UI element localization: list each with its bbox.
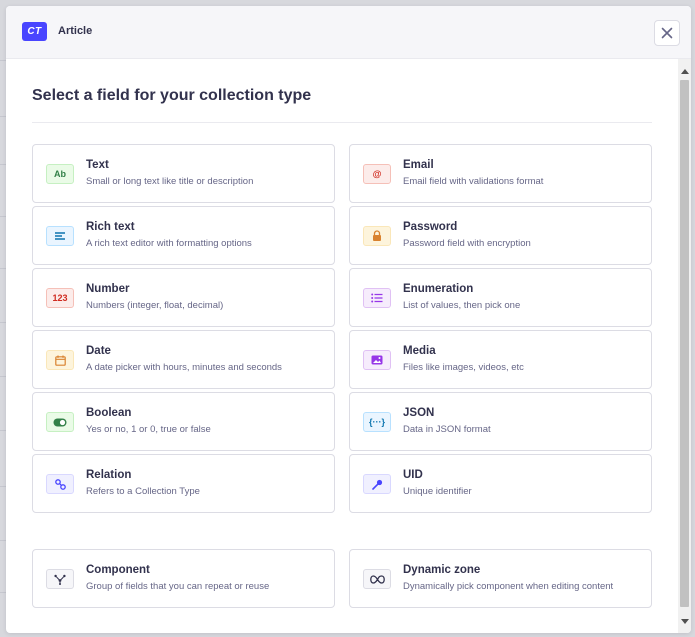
field-card-enumeration[interactable]: Enumeration List of values, then pick one <box>349 268 652 327</box>
link-icon <box>46 474 74 494</box>
field-card-description: Data in JSON format <box>403 424 491 435</box>
close-button[interactable] <box>654 20 680 46</box>
field-card-password[interactable]: Password Password field with encryption <box>349 206 652 265</box>
field-card-description: Group of fields that you can repeat or r… <box>86 581 270 592</box>
field-card-description: Files like images, videos, etc <box>403 362 524 373</box>
field-card-description: Password field with encryption <box>403 238 531 249</box>
calendar-icon <box>46 350 74 370</box>
field-card-title: Text <box>86 159 109 171</box>
at-icon: @ <box>363 164 391 184</box>
number-icon: 123 <box>46 288 74 308</box>
field-card-text[interactable]: Ab Text Small or long text like title or d… <box>32 144 335 203</box>
field-card-description: Email field with validations format <box>403 176 544 187</box>
add-field-modal: CT Article Select a field for your colle… <box>6 6 691 633</box>
field-card-rich-text[interactable]: Rich text A rich text editor with formatt… <box>32 206 335 265</box>
field-card-date[interactable]: Date A date picker with hours, minutes an… <box>32 330 335 389</box>
field-card-dynamic-zone[interactable]: Dynamic zone Dynamically pick component w… <box>349 549 652 608</box>
field-card-title: Email <box>403 159 434 171</box>
key-icon <box>363 474 391 494</box>
field-card-email[interactable]: @ Email Email field with validations forma… <box>349 144 652 203</box>
field-card-description: Numbers (integer, float, decimal) <box>86 300 224 311</box>
collection-type-badge: CT <box>22 22 47 41</box>
field-card-title: UID <box>403 469 423 481</box>
scroll-up-arrow-icon[interactable] <box>681 69 689 74</box>
field-card-title: Number <box>86 283 130 295</box>
modal-title: Article <box>58 25 93 37</box>
field-card-description: Small or long text like title or descrip… <box>86 176 254 187</box>
component-icon <box>46 569 74 589</box>
modal-header: CT Article <box>6 6 691 59</box>
field-card-title: Relation <box>86 469 132 481</box>
field-card-description: List of values, then pick one <box>403 300 521 311</box>
infinity-icon <box>363 569 391 589</box>
section-divider <box>32 122 652 123</box>
field-card-title: Date <box>86 345 111 357</box>
section-title: Select a field for your collection type <box>32 87 312 104</box>
list-icon <box>363 288 391 308</box>
field-card-relation[interactable]: Relation Refers to a Collection Type <box>32 454 335 513</box>
field-card-title: Password <box>403 221 458 233</box>
field-card-title: Dynamic zone <box>403 564 481 576</box>
field-card-description: Yes or no, 1 or 0, true or false <box>86 424 211 435</box>
field-card-title: Boolean <box>86 407 132 419</box>
close-icon <box>661 27 673 39</box>
field-card-number[interactable]: 123 Number Numbers (integer, float, decima… <box>32 268 335 327</box>
toggle-icon <box>46 412 74 432</box>
modal-body: Select a field for your collection type … <box>6 59 678 633</box>
braces-icon: {···} <box>363 412 391 432</box>
field-card-uid[interactable]: UID Unique identifier <box>349 454 652 513</box>
field-card-description: Refers to a Collection Type <box>86 486 200 497</box>
field-card-title: Enumeration <box>403 283 474 295</box>
lock-icon <box>363 226 391 246</box>
paragraph-icon <box>46 226 74 246</box>
text-icon: Ab <box>46 164 74 184</box>
field-card-title: Component <box>86 564 150 576</box>
field-card-title: Media <box>403 345 436 357</box>
field-card-title: JSON <box>403 407 435 419</box>
field-card-boolean[interactable]: Boolean Yes or no, 1 or 0, true or false <box>32 392 335 451</box>
field-card-description: A rich text editor with formatting optio… <box>86 238 252 249</box>
field-card-description: A date picker with hours, minutes and se… <box>86 362 282 373</box>
field-card-description: Dynamically pick component when editing … <box>403 581 614 592</box>
field-card-description: Unique identifier <box>403 486 472 497</box>
scrollbar[interactable] <box>678 59 691 633</box>
field-card-component[interactable]: Component Group of fields that you can re… <box>32 549 335 608</box>
field-card-json[interactable]: {···} JSON Data in JSON format <box>349 392 652 451</box>
scroll-down-arrow-icon[interactable] <box>681 619 689 624</box>
field-card-title: Rich text <box>86 221 135 233</box>
field-card-media[interactable]: Media Files like images, videos, etc <box>349 330 652 389</box>
picture-icon <box>363 350 391 370</box>
scrollbar-thumb[interactable] <box>680 80 689 607</box>
